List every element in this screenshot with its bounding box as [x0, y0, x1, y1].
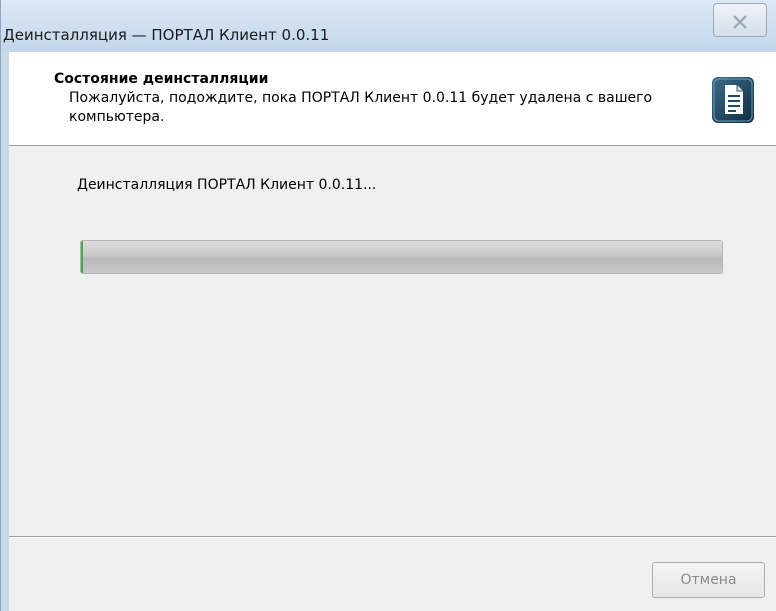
- uninstaller-window: Деинсталляция — ПОРТАЛ Клиент 0.0.11 Сос…: [0, 0, 776, 611]
- close-button[interactable]: [713, 3, 767, 37]
- footer-divider-highlight: [9, 537, 776, 538]
- title-bar[interactable]: Деинсталляция — ПОРТАЛ Клиент 0.0.11: [1, 0, 776, 52]
- dialog-header: Состояние деинсталляции Пожалуйста, подо…: [9, 52, 776, 146]
- header-description: Пожалуйста, подождите, пока ПОРТАЛ Клиен…: [69, 90, 653, 125]
- progress-bar: [80, 240, 723, 274]
- close-icon: [733, 15, 747, 29]
- cancel-button[interactable]: Отмена: [652, 562, 765, 598]
- document-icon: [712, 77, 754, 123]
- status-text: Деинсталляция ПОРТАЛ Клиент 0.0.11...: [77, 177, 377, 193]
- progress-fill: [81, 241, 722, 273]
- dialog-content: Состояние деинсталляции Пожалуйста, подо…: [9, 52, 776, 611]
- header-title: Состояние деинсталляции: [54, 71, 269, 87]
- window-title: Деинсталляция — ПОРТАЛ Клиент 0.0.11: [3, 26, 330, 44]
